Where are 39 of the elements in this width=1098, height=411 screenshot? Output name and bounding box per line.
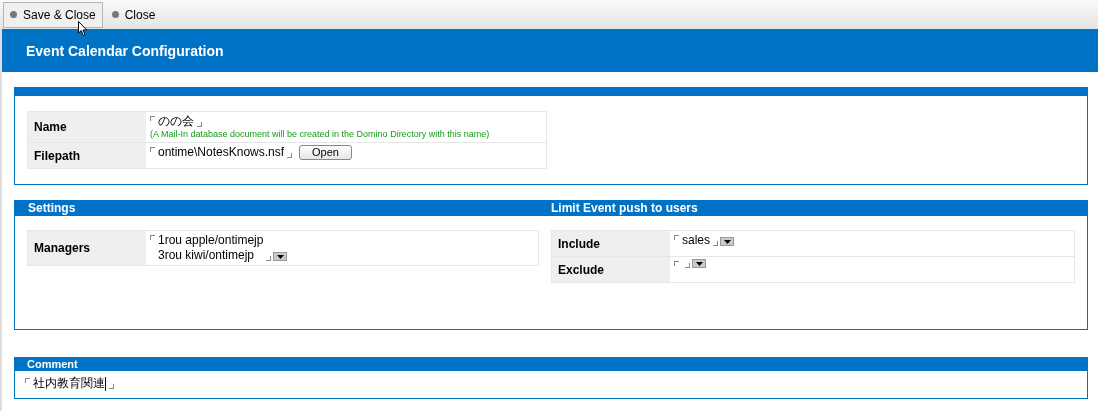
toolbar-button[interactable]: Close [104, 1, 163, 28]
field-label: Name [28, 112, 146, 142]
field-close-bracket-icon [197, 122, 202, 127]
field-label: Managers [28, 231, 146, 265]
field-close-bracket-icon [713, 241, 718, 246]
field-value[interactable]: ontime\NotesKnows.nsf [158, 145, 285, 160]
section-title: Limit Event push to users [551, 201, 698, 215]
caret-icon [276, 254, 284, 259]
field-value[interactable]: sales [682, 233, 710, 248]
field-open-bracket-icon [150, 235, 155, 240]
field-value[interactable]: のの会 [158, 114, 194, 129]
field-close-bracket-icon [287, 153, 293, 158]
dropdown-button[interactable] [273, 252, 288, 261]
section-title: Settings [28, 201, 76, 215]
field-value[interactable]: 1rou apple/ontimejp [158, 233, 264, 248]
bullet-icon [10, 11, 17, 18]
field-close-bracket-icon [109, 384, 114, 389]
caret-icon [695, 261, 703, 266]
field-open-bracket-icon [150, 147, 155, 152]
field-close-bracket-icon [266, 256, 272, 261]
field-open-bracket-icon [150, 116, 155, 121]
field-label: Include [552, 231, 670, 256]
open-button[interactable]: Open [299, 145, 352, 160]
field-open-bracket-icon [674, 261, 679, 266]
field-note: (A Mail-In database document will be created in the Domino Directory with this name) [150, 129, 491, 140]
section-title: Comment [27, 358, 78, 370]
comment-field[interactable]: 社内教育関連 [33, 376, 105, 391]
field-label: Exclude [552, 257, 670, 282]
field-open-bracket-icon [674, 235, 679, 240]
dropdown-button[interactable] [720, 237, 734, 246]
field-open-bracket-icon [25, 378, 30, 383]
dropdown-button[interactable] [692, 259, 706, 268]
field-label: Filepath [28, 143, 146, 168]
mouse-pointer-icon [78, 20, 88, 37]
page-title: Event Calendar Configuration [26, 42, 224, 59]
caret-icon [723, 239, 731, 244]
bullet-icon [111, 11, 119, 18]
field-close-bracket-icon [685, 263, 690, 268]
field-value[interactable]: 3rou kiwi/ontimejp [158, 248, 264, 263]
